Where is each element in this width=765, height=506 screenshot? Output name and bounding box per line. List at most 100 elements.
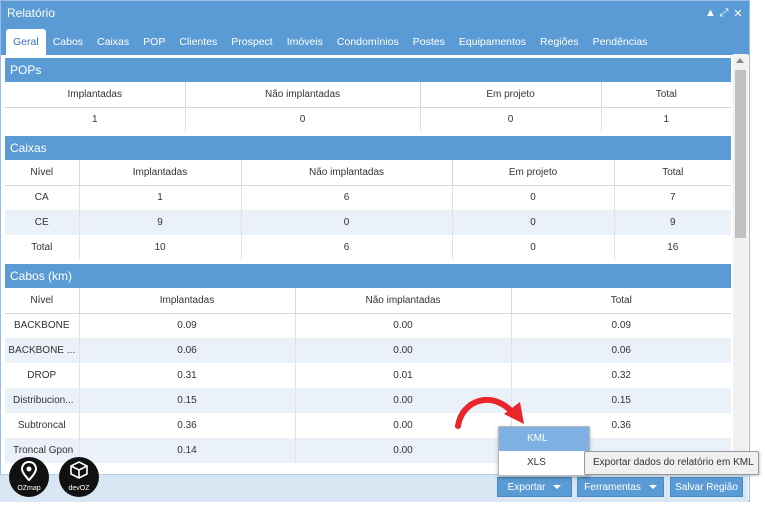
- column-header: Não implantadas: [241, 160, 453, 186]
- salvar-regiao-button[interactable]: Salvar Região: [670, 477, 743, 497]
- table-cell: 9: [614, 210, 731, 235]
- table-row: Total 10 6 0 16: [5, 235, 731, 260]
- table-cell: 0.36: [79, 413, 296, 438]
- table-cell: 0.06: [511, 338, 731, 363]
- table-cell: Total: [5, 235, 80, 260]
- table-cell: 6: [241, 185, 453, 210]
- table-cell: 0: [241, 210, 453, 235]
- table-cell: BACKBONE: [5, 313, 80, 338]
- table-cell: 0.00: [295, 438, 512, 463]
- table-row: 1 0 0 1: [5, 107, 731, 132]
- table-row: DROP 0.31 0.01 0.32: [5, 363, 731, 388]
- table-cell: 1: [663, 114, 670, 126]
- devoz-logo: devOZ: [59, 457, 99, 497]
- caixas-table: Nível Implantadas Não implantadas Em pro…: [5, 160, 731, 260]
- tab-caixas[interactable]: Caixas: [90, 29, 136, 55]
- export-dropdown-menu: KML XLS: [498, 426, 590, 476]
- tab-regioes[interactable]: Regiões: [533, 29, 586, 55]
- exportar-button[interactable]: Exportar: [497, 477, 572, 497]
- ferramentas-label: Ferramentas: [584, 482, 641, 493]
- devoz-logo-label: devOZ: [68, 485, 90, 492]
- pops-table: Implantadas Não implantadas Em projeto T…: [5, 82, 731, 132]
- tab-cabos[interactable]: Cabos: [46, 29, 90, 55]
- table-cell: 0.14: [79, 438, 296, 463]
- table-cell: 10: [79, 235, 242, 260]
- table-cell: 0: [452, 210, 615, 235]
- cube-icon: [70, 461, 88, 479]
- column-header: Nível: [5, 288, 80, 314]
- close-icon[interactable]: ✕: [733, 7, 743, 20]
- table-cell: 0.09: [611, 320, 631, 332]
- ozmap-logo: OZmap: [9, 457, 49, 497]
- maximize-icon[interactable]: ⤢: [719, 7, 729, 20]
- report-content[interactable]: POPs Implantadas Não implantadas Em proj…: [0, 54, 733, 474]
- table-row: BACKBONE ... 0.06 0.00 0.06: [5, 338, 731, 363]
- column-header: Total: [601, 82, 731, 108]
- collapse-icon[interactable]: ▲: [705, 7, 716, 19]
- tab-imoveis[interactable]: Imóveis: [280, 29, 330, 55]
- table-cell: DROP: [5, 363, 80, 388]
- table-cell: Distribucion...: [5, 388, 80, 413]
- menu-item-xls[interactable]: XLS: [499, 451, 589, 475]
- column-header: Total: [614, 160, 731, 186]
- tab-condominios[interactable]: Condomínios: [330, 29, 406, 55]
- table-cell: 7: [669, 192, 676, 204]
- table-cell: 0: [185, 107, 421, 132]
- vertical-scrollbar[interactable]: [733, 54, 748, 474]
- table-cell: 0.15: [511, 388, 731, 413]
- tab-pendencias[interactable]: Pendências: [586, 29, 655, 55]
- tab-postes[interactable]: Postes: [406, 29, 452, 55]
- table-cell: 0.31: [79, 363, 296, 388]
- table-row: Subtroncal 0.36 0.00 0.36: [5, 413, 731, 438]
- table-row: CE 9 0 0 9: [5, 210, 731, 235]
- ferramentas-button[interactable]: Ferramentas: [577, 477, 664, 497]
- table-cell: CE: [5, 210, 80, 235]
- caret-down-icon: [553, 485, 562, 490]
- column-header: Não implantadas: [295, 288, 512, 314]
- table-cell: 1: [79, 185, 242, 210]
- exportar-label: Exportar: [507, 482, 546, 493]
- table-cell: 0: [420, 107, 602, 132]
- column-header: Em projeto: [420, 82, 602, 108]
- tab-geral[interactable]: Geral: [6, 29, 46, 55]
- salvar-label: Salvar Região: [675, 482, 738, 493]
- table-cell: 6: [241, 235, 453, 260]
- table-header-row: Implantadas Não implantadas Em projeto T…: [5, 82, 731, 108]
- tab-prospect[interactable]: Prospect: [224, 29, 279, 55]
- tab-pop[interactable]: POP: [136, 29, 172, 55]
- table-cell: 0.06: [79, 338, 296, 363]
- column-header: Implantadas: [5, 82, 186, 108]
- tab-bar: Geral Cabos Caixas POP Clientes Prospect…: [1, 25, 749, 55]
- tab-equipamentos[interactable]: Equipamentos: [452, 29, 533, 55]
- cabos-header: Cabos (km): [5, 264, 731, 288]
- window-title: Relatório: [7, 6, 56, 20]
- export-tooltip: Exportar dados do relatório em KML: [584, 451, 759, 475]
- table-cell: 0.32: [611, 370, 631, 381]
- window-titlebar[interactable]: Relatório ▲ ⤢ ✕: [1, 1, 749, 25]
- column-header: Total: [511, 288, 731, 314]
- window-tools: ▲ ⤢ ✕: [705, 7, 743, 20]
- table-header-row: Nível Implantadas Não implantadas Total: [5, 288, 731, 314]
- table-cell: 0.01: [295, 363, 512, 388]
- curved-arrow-icon: [455, 396, 524, 429]
- pops-section: POPs Implantadas Não implantadas Em proj…: [5, 58, 731, 132]
- table-row: BACKBONE 0.09 0.00 0.09: [5, 313, 731, 338]
- table-cell: 0.00: [295, 313, 512, 338]
- column-header: Em projeto: [452, 160, 615, 186]
- cabos-section: Cabos (km) Nível Implantadas Não implant…: [5, 264, 731, 463]
- caixas-section: Caixas Nível Implantadas Não implantadas…: [5, 136, 731, 260]
- column-header: Nível: [5, 160, 80, 186]
- tab-clientes[interactable]: Clientes: [172, 29, 224, 55]
- table-row: CA 1 6 0 7: [5, 185, 731, 210]
- table-header-row: Nível Implantadas Não implantadas Em pro…: [5, 160, 731, 186]
- table-cell: 0.00: [295, 338, 512, 363]
- table-cell: 0: [452, 185, 615, 210]
- pops-header: POPs: [5, 58, 731, 82]
- column-header: Implantadas: [79, 160, 242, 186]
- scrollbar-thumb[interactable]: [735, 70, 746, 238]
- ozmap-logo-label: OZmap: [17, 485, 41, 492]
- table-cell: 16: [667, 242, 679, 253]
- column-header: Implantadas: [79, 288, 296, 314]
- scroll-up-icon[interactable]: [736, 58, 744, 63]
- caret-down-icon: [648, 485, 657, 490]
